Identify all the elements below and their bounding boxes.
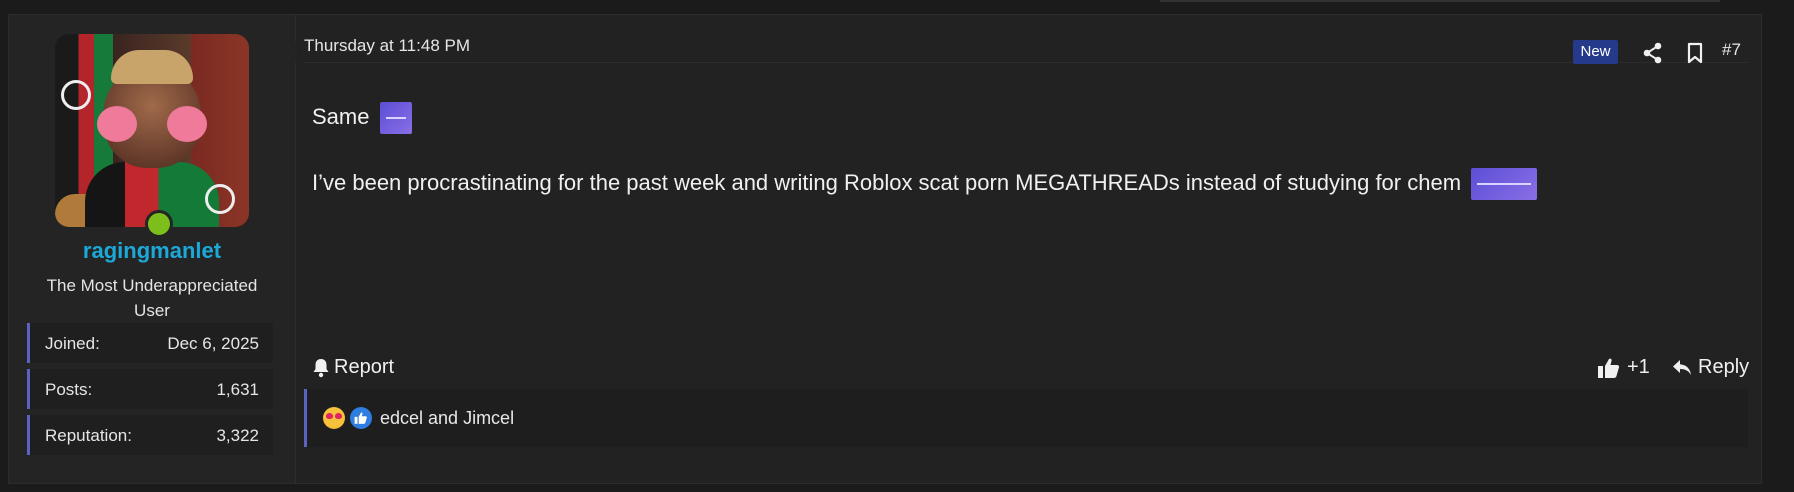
bookmark-icon[interactable]	[1685, 42, 1705, 64]
report-label: Report	[334, 356, 395, 378]
stat-label: Joined:	[45, 334, 100, 353]
stat-joined: Joined: Dec 6, 2025	[27, 323, 273, 363]
custom-emoji-icon	[1471, 168, 1538, 200]
stat-posts: Posts: 1,631	[27, 369, 273, 409]
custom-emoji-icon	[379, 102, 412, 134]
stat-value: Dec 6, 2025	[167, 334, 259, 353]
stat-reputation: Reputation: 3,322	[27, 415, 273, 455]
like-count: +1	[1627, 356, 1650, 378]
online-status-indicator	[145, 210, 173, 238]
stat-value: 1,631	[216, 380, 259, 399]
report-button[interactable]: Report	[312, 356, 394, 379]
avatar-detail	[97, 106, 137, 142]
bell-icon	[313, 358, 329, 377]
reaction-users-link[interactable]: edcel and Jimcel	[380, 408, 514, 429]
avatar-detail	[111, 50, 193, 84]
reactions-bar[interactable]: edcel and Jimcel	[304, 389, 1748, 447]
message-text: Same	[312, 103, 370, 129]
reply-button[interactable]: Reply	[1672, 356, 1749, 379]
post-timestamp-link[interactable]: Thursday at 11:48 PM	[304, 36, 470, 56]
avatar-detail	[61, 80, 91, 110]
post-header: Thursday at 11:48 PM New #7	[304, 20, 1748, 64]
share-icon[interactable]	[1642, 42, 1664, 64]
message-text: I’ve been procrastinating for the past w…	[312, 169, 1462, 195]
message-line: Same	[312, 102, 412, 134]
stat-value: 3,322	[216, 426, 259, 445]
avatar-detail	[205, 184, 235, 214]
avatar-detail	[167, 106, 207, 142]
message-line: I’ve been procrastinating for the past w…	[312, 168, 1538, 200]
like-button[interactable]: +1	[1597, 356, 1650, 379]
avatar[interactable]	[55, 34, 249, 227]
post-number-link[interactable]: #7	[1722, 40, 1741, 60]
post-arrow	[285, 40, 297, 64]
username-link[interactable]: ragingmanlet	[9, 238, 295, 264]
top-divider	[1160, 0, 1720, 2]
star-struck-reaction-icon	[323, 407, 345, 429]
thumbs-up-icon	[1598, 358, 1620, 378]
stat-label: Reputation:	[45, 426, 132, 445]
post-actions: Report +1 Reply	[312, 356, 1749, 390]
user-sidebar: ragingmanlet The Most Underappreciated U…	[9, 15, 296, 483]
user-title: The Most Underappreciated User	[46, 276, 258, 320]
reply-label: Reply	[1698, 356, 1750, 378]
reply-icon	[1673, 359, 1691, 375]
avatar-link[interactable]	[55, 34, 249, 238]
new-badge: New	[1573, 40, 1618, 64]
like-reaction-icon	[350, 407, 372, 429]
stat-label: Posts:	[45, 380, 93, 399]
